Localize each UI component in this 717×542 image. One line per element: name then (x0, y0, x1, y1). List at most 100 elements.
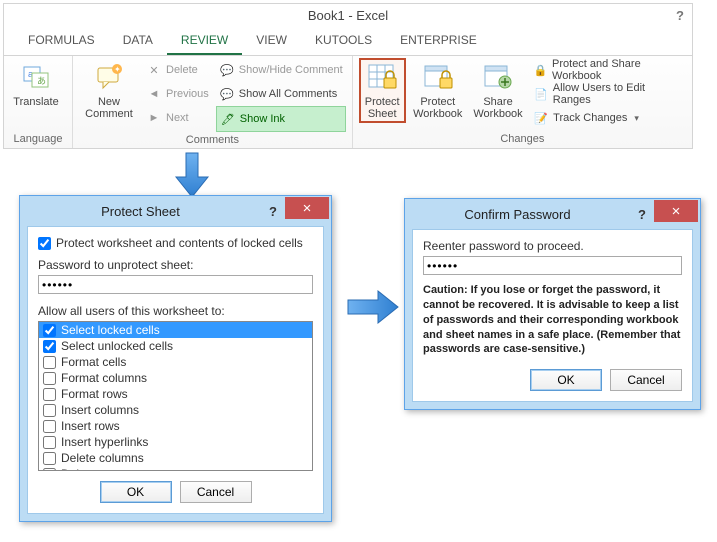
ribbon-tabs: FORMULAS DATA REVIEW VIEW KUTOOLS ENTERP… (4, 27, 692, 56)
cancel-button[interactable]: Cancel (610, 369, 682, 391)
new-comment-button[interactable]: ✦ New Comment (79, 58, 139, 123)
new-comment-label: New Comment (85, 96, 133, 120)
close-button[interactable]: × (654, 200, 698, 222)
group-changes: Protect Sheet Protect Workbook Share Wor… (353, 56, 692, 148)
new-comment-icon: ✦ (93, 61, 125, 93)
help-icon[interactable]: ? (676, 8, 684, 23)
changes-extra: 🔒Protect and Share Workbook 📄Allow Users… (530, 58, 686, 130)
protect-workbook-button[interactable]: Protect Workbook (410, 58, 466, 123)
group-language: aあ Translate Language (4, 56, 73, 148)
protect-sheet-dialog: Protect Sheet ? × Protect worksheet and … (19, 195, 332, 522)
perm-checkbox[interactable] (43, 452, 56, 465)
perm-checkbox[interactable] (43, 388, 56, 401)
arrow-down-icon (172, 151, 212, 201)
group-comments-label: Comments (79, 132, 346, 149)
dialog-title-bar[interactable]: Confirm Password ? × (405, 199, 700, 229)
perm-checkbox[interactable] (43, 340, 56, 353)
show-all-comments-button[interactable]: 💬 Show All Comments (216, 82, 346, 106)
tab-kutools[interactable]: KUTOOLS (301, 27, 386, 55)
protect-sheet-icon (366, 61, 398, 93)
dialog-title: Confirm Password (405, 207, 630, 222)
show-hide-comment-button[interactable]: 💬Show/Hide Comment (216, 58, 346, 82)
showhide-icon: 💬 (219, 62, 235, 78)
tab-formulas[interactable]: FORMULAS (14, 27, 109, 55)
protect-sheet-button[interactable]: Protect Sheet (359, 58, 406, 123)
protect-sheet-label: Protect Sheet (365, 96, 400, 120)
svg-text:✦: ✦ (114, 65, 121, 74)
permissions-listbox[interactable]: Select locked cells Select unlocked cell… (38, 321, 313, 471)
svg-text:あ: あ (37, 76, 46, 86)
list-item[interactable]: Delete rows (39, 466, 312, 471)
perm-label: Insert rows (61, 419, 120, 433)
track-changes-label: Track Changes (553, 112, 627, 124)
list-item[interactable]: Format columns (39, 370, 312, 386)
share-workbook-label: Share Workbook (473, 96, 522, 120)
previous-comment-button[interactable]: ◄ Previous (143, 82, 212, 106)
protect-contents-label: Protect worksheet and contents of locked… (56, 236, 303, 250)
list-item[interactable]: Delete columns (39, 450, 312, 466)
comment-view: 💬Show/Hide Comment 💬 Show All Comments 🖊 S… (216, 58, 346, 132)
protect-share-workbook-button[interactable]: 🔒Protect and Share Workbook (530, 58, 686, 82)
list-item[interactable]: Insert rows (39, 418, 312, 434)
tab-review[interactable]: REVIEW (167, 27, 242, 55)
perm-checkbox[interactable] (43, 420, 56, 433)
perm-label: Format rows (61, 387, 128, 401)
tab-enterprise[interactable]: ENTERPRISE (386, 27, 491, 55)
delete-icon: ✕ (146, 62, 162, 78)
perm-checkbox[interactable] (43, 372, 56, 385)
showall-icon: 💬 (219, 86, 235, 102)
perm-label: Delete rows (61, 467, 124, 471)
list-item[interactable]: Insert hyperlinks (39, 434, 312, 450)
allow-edit-ranges-label: Allow Users to Edit Ranges (553, 82, 683, 106)
list-item[interactable]: Select unlocked cells (39, 338, 312, 354)
perm-checkbox[interactable] (43, 436, 56, 449)
next-label: Next (166, 112, 189, 124)
help-icon[interactable]: ? (630, 207, 654, 222)
cancel-button[interactable]: Cancel (180, 481, 252, 503)
showall-label: Show All Comments (239, 88, 337, 100)
share-workbook-button[interactable]: Share Workbook (470, 58, 526, 123)
confirm-password-input[interactable] (423, 256, 682, 275)
group-changes-label: Changes (359, 131, 686, 148)
next-comment-button[interactable]: ►Next (143, 106, 212, 130)
list-item[interactable]: Format cells (39, 354, 312, 370)
dialog-title-bar[interactable]: Protect Sheet ? × (20, 196, 331, 226)
close-button[interactable]: × (285, 197, 329, 219)
confirm-password-dialog: Confirm Password ? × Reenter password to… (404, 198, 701, 410)
share-workbook-icon (482, 61, 514, 93)
perm-checkbox[interactable] (43, 356, 56, 369)
ok-button[interactable]: OK (100, 481, 172, 503)
tab-view[interactable]: VIEW (242, 27, 301, 55)
dialog-body: Protect worksheet and contents of locked… (27, 226, 324, 514)
perm-label: Format cells (61, 355, 126, 369)
list-item[interactable]: Insert columns (39, 402, 312, 418)
allow-edit-ranges-button[interactable]: 📄Allow Users to Edit Ranges (530, 82, 686, 106)
perm-label: Delete columns (61, 451, 144, 465)
perm-checkbox[interactable] (43, 324, 56, 337)
track-changes-button[interactable]: 📝Track Changes▾ (530, 106, 686, 130)
showink-label: Show Ink (240, 113, 285, 125)
password-label: Password to unprotect sheet: (38, 258, 313, 272)
perm-label: Format columns (61, 371, 147, 385)
chevron-down-icon: ▾ (634, 113, 639, 124)
translate-button[interactable]: aあ Translate (10, 58, 62, 111)
perm-checkbox[interactable] (43, 404, 56, 417)
protect-contents-checkbox[interactable] (38, 237, 51, 250)
ink-icon: 🖊 (220, 111, 236, 127)
perm-label: Select unlocked cells (61, 339, 173, 353)
previous-icon: ◄ (146, 86, 162, 102)
help-icon[interactable]: ? (261, 204, 285, 219)
app-title: Book1 - Excel (308, 8, 388, 23)
previous-label: Previous (166, 88, 209, 100)
ok-button[interactable]: OK (530, 369, 602, 391)
group-comments: ✦ New Comment ✕Delete ◄Previous ►Next 💬S… (73, 56, 353, 148)
translate-icon: aあ (20, 61, 52, 93)
perm-label: Insert hyperlinks (61, 435, 148, 449)
delete-comment-button[interactable]: ✕Delete (143, 58, 212, 82)
list-item[interactable]: Format rows (39, 386, 312, 402)
show-ink-button[interactable]: 🖊 Show Ink (216, 106, 346, 132)
tab-data[interactable]: DATA (109, 27, 167, 55)
password-input[interactable] (38, 275, 313, 294)
list-item[interactable]: Select locked cells (39, 322, 312, 338)
perm-checkbox[interactable] (43, 468, 56, 472)
